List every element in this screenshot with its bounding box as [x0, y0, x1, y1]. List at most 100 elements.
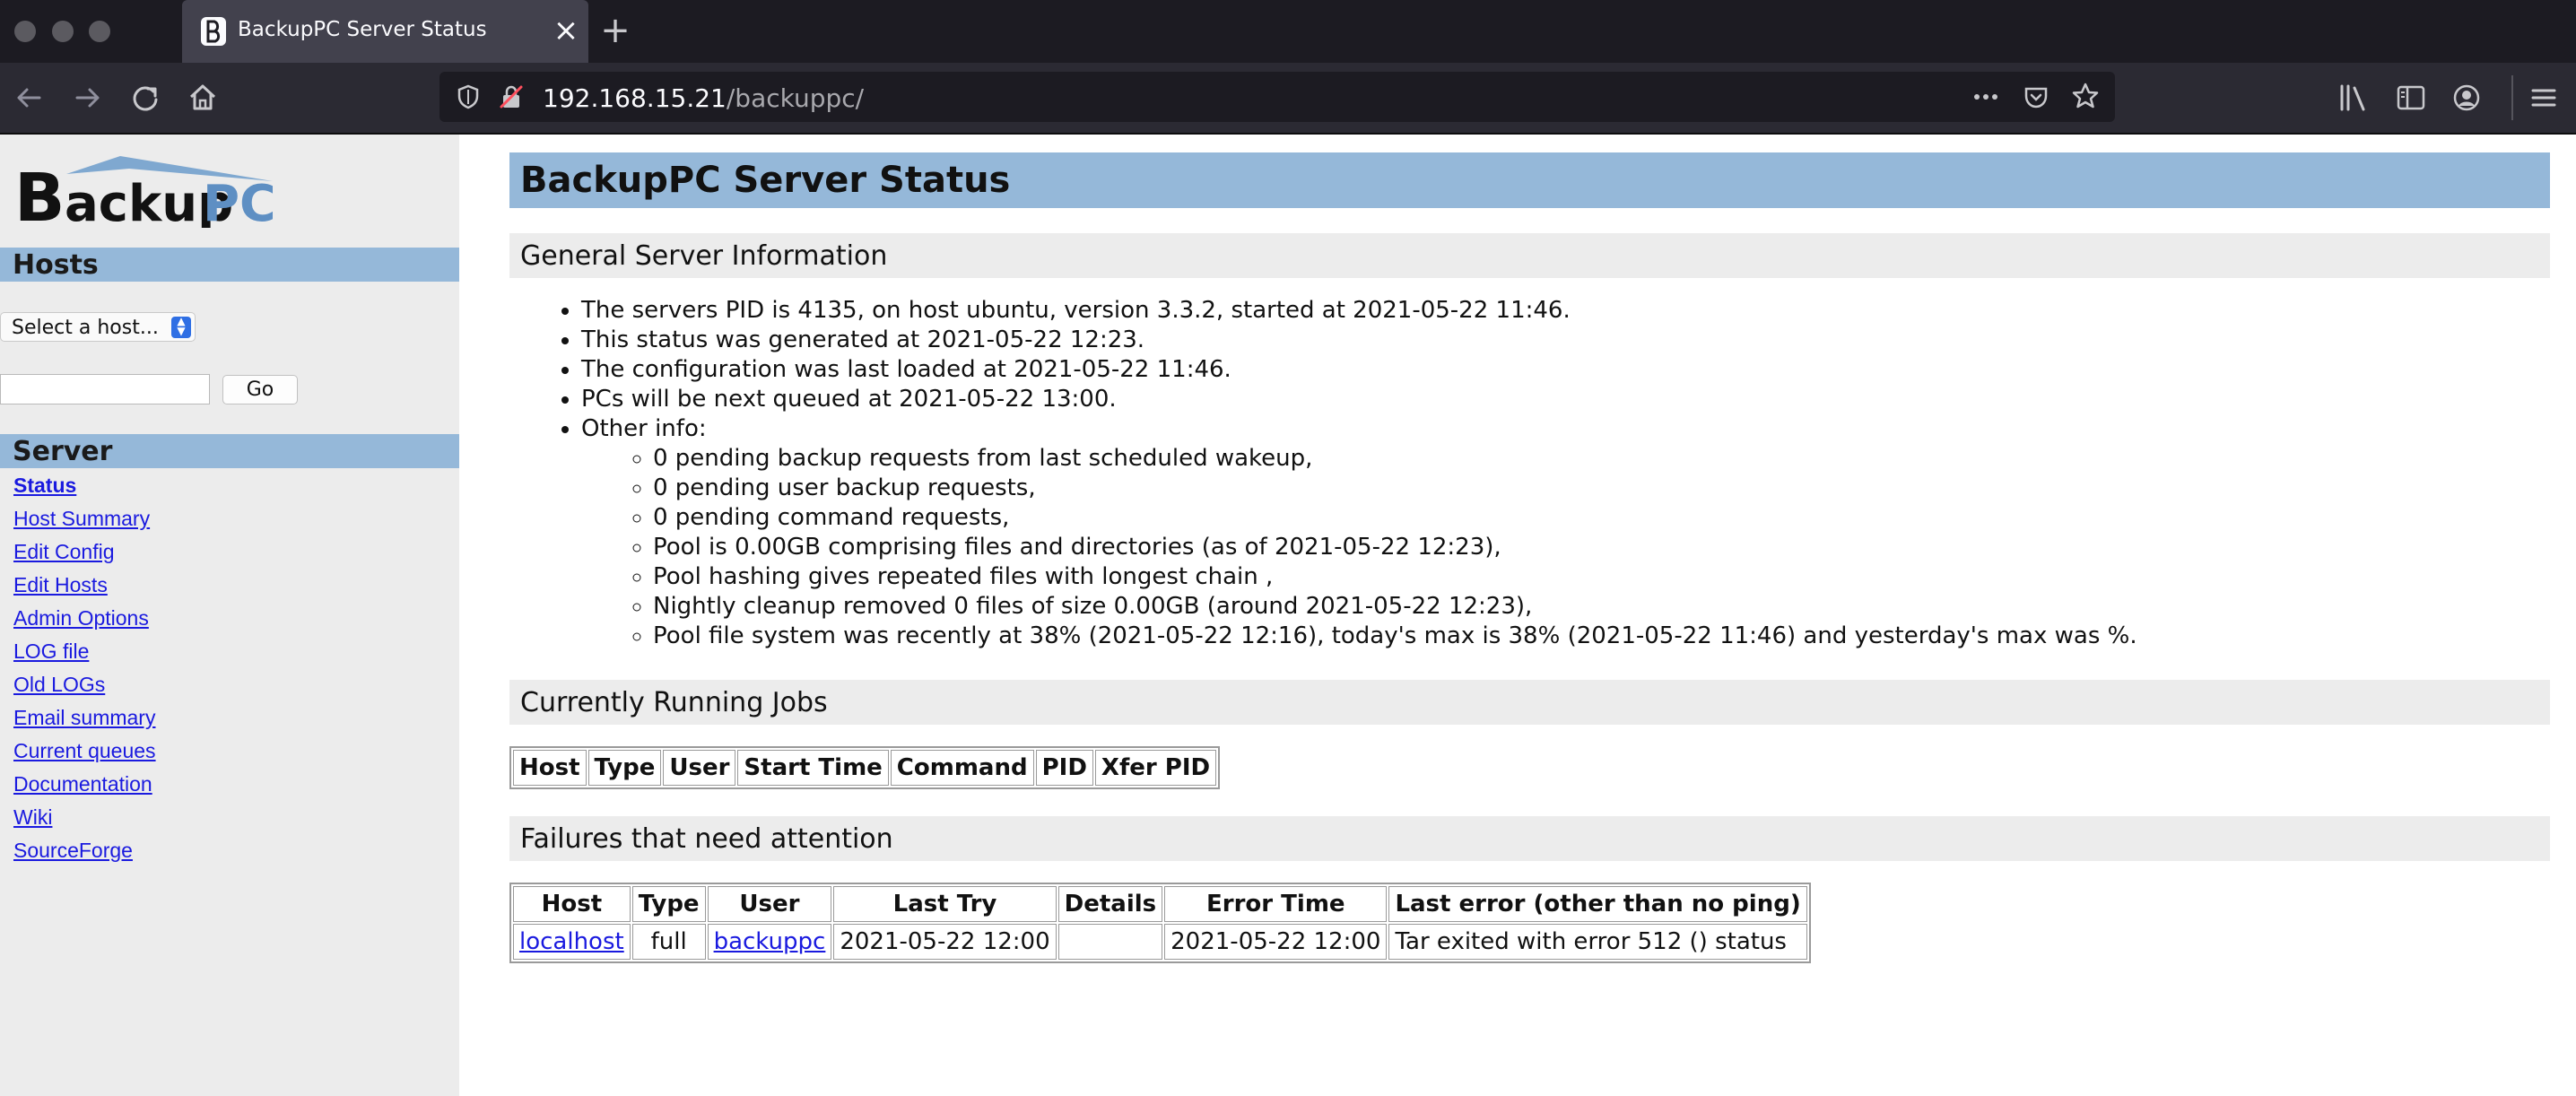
column-header: Type [587, 750, 662, 786]
url-path: /backuppc/ [726, 83, 865, 113]
url-text[interactable]: 192.168.15.21/backuppc/ [543, 83, 864, 113]
new-tab-icon[interactable]: + [596, 11, 635, 52]
toolbar-divider [2511, 75, 2513, 120]
running-jobs-heading-text: Currently Running Jobs [520, 687, 828, 718]
failure-details-cell [1057, 924, 1163, 960]
running-jobs-table: Host Type User Start Time Command PID Xf… [509, 746, 1221, 789]
nav-link-wiki[interactable]: Wiki [13, 805, 156, 839]
other-info-item: Pool is 0.00GB comprising files and dire… [653, 533, 2137, 562]
failure-host-cell: localhost [513, 924, 631, 960]
forward-arrow-icon[interactable] [68, 78, 108, 117]
info-next-queued: PCs will be next queued at 2021-05-22 13… [581, 385, 2137, 414]
nav-link-host-summary[interactable]: Host Summary [13, 507, 156, 540]
backuppc-logo[interactable]: B ackup PC [13, 154, 273, 228]
svg-text:B: B [14, 160, 65, 228]
column-header: Details [1057, 886, 1163, 922]
other-info-item: 0 pending backup requests from last sche… [653, 444, 2137, 474]
account-icon[interactable] [2450, 83, 2483, 113]
info-other: Other info: 0 pending backup requests fr… [581, 414, 2137, 651]
column-header: Command [890, 750, 1034, 786]
other-info-item: 0 pending user backup requests, [653, 474, 2137, 503]
running-jobs-heading: Currently Running Jobs [509, 680, 2550, 725]
host-link[interactable]: localhost [519, 928, 624, 955]
nav-link-sourceforge[interactable]: SourceForge [13, 839, 156, 872]
nav-link-current-queues[interactable]: Current queues [13, 739, 156, 772]
nav-link-documentation[interactable]: Documentation [13, 772, 156, 805]
column-header: Host [513, 750, 587, 786]
tab-close-icon[interactable]: × [548, 11, 584, 50]
other-info-item: Pool hashing gives repeated files with l… [653, 562, 2137, 592]
column-header: User [663, 750, 736, 786]
nav-link-email-summary[interactable]: Email summary [13, 706, 156, 739]
nav-link-status[interactable]: Status [13, 474, 156, 507]
failures-table: Host Type User Last Try Details Error Ti… [509, 883, 1811, 963]
page-title: BackupPC Server Status [520, 160, 1011, 201]
column-header: Last Try [833, 886, 1057, 922]
column-header: User [707, 886, 832, 922]
backuppc-favicon-icon [201, 17, 226, 46]
nav-link-edit-config[interactable]: Edit Config [13, 540, 156, 573]
failures-heading: Failures that need attention [509, 816, 2550, 861]
window-minimize-control[interactable] [52, 21, 74, 42]
column-header: Host [513, 886, 631, 922]
other-info-item: Pool file system was recently at 38% (20… [653, 622, 2137, 651]
column-header: PID [1035, 750, 1093, 786]
other-info-item: 0 pending command requests, [653, 503, 2137, 533]
page-title-bar: BackupPC Server Status [509, 152, 2550, 208]
insecure-lock-icon[interactable] [497, 83, 526, 111]
window-close-control[interactable] [14, 21, 36, 42]
server-heading-text: Server [13, 436, 113, 467]
url-host: 192.168.15.21 [543, 83, 727, 113]
window-zoom-control[interactable] [89, 21, 110, 42]
sidebar-toggle-icon[interactable] [2395, 83, 2427, 113]
table-header-row: Host Type User Last Try Details Error Ti… [513, 886, 1807, 922]
column-header: Xfer PID [1094, 750, 1217, 786]
server-heading: Server [0, 434, 459, 468]
more-actions-icon[interactable] [1970, 83, 2002, 111]
other-info-item: Nightly cleanup removed 0 files of size … [653, 592, 2137, 622]
failure-type-cell: full [631, 924, 706, 960]
library-icon[interactable] [2337, 83, 2370, 113]
info-other-label: Other info: [581, 415, 707, 442]
user-link[interactable]: backuppc [714, 928, 826, 955]
url-bar[interactable]: 192.168.15.21/backuppc/ [439, 72, 2115, 122]
failure-last-error-cell: Tar exited with error 512 () status [1388, 924, 1807, 960]
go-button[interactable]: Go [222, 375, 298, 404]
hosts-heading: Hosts [0, 248, 459, 282]
other-info-list: 0 pending backup requests from last sche… [581, 444, 2137, 651]
table-header-row: Host Type User Start Time Command PID Xf… [513, 750, 1217, 786]
hamburger-menu-icon[interactable] [2528, 83, 2560, 113]
failures-heading-text: Failures that need attention [520, 823, 893, 855]
failure-error-time-cell: 2021-05-22 12:00 [1164, 924, 1388, 960]
pocket-icon[interactable] [2022, 83, 2050, 111]
select-arrows-icon: ▲ ▼ [171, 316, 191, 338]
svg-text:PC: PC [203, 175, 273, 228]
reload-icon[interactable] [126, 78, 165, 117]
general-info-heading-text: General Server Information [520, 240, 888, 272]
failure-user-cell: backuppc [707, 924, 832, 960]
server-nav: Status Host Summary Edit Config Edit Hos… [13, 474, 156, 872]
nav-link-edit-hosts[interactable]: Edit Hosts [13, 573, 156, 606]
column-header: Error Time [1164, 886, 1388, 922]
browser-tab-active[interactable]: BackupPC Server Status × [182, 0, 588, 63]
browser-nav-bar: 192.168.15.21/backuppc/ [0, 63, 2576, 135]
table-row: localhost full backuppc 2021-05-22 12:00… [513, 924, 1807, 960]
nav-link-old-logs[interactable]: Old LOGs [13, 673, 156, 706]
nav-link-admin-options[interactable]: Admin Options [13, 606, 156, 639]
general-info-list: The servers PID is 4135, on host ubuntu,… [509, 296, 2137, 651]
tracking-shield-icon[interactable] [454, 83, 483, 111]
tab-title: BackupPC Server Status [238, 18, 487, 41]
browser-tab-bar: BackupPC Server Status × + [0, 0, 2576, 63]
host-select-value: Select a host... [12, 317, 159, 339]
home-icon[interactable] [183, 78, 222, 117]
info-config-loaded: The configuration was last loaded at 202… [581, 355, 2137, 385]
nav-link-log-file[interactable]: LOG file [13, 639, 156, 673]
host-select[interactable]: Select a host... ▲ ▼ [0, 312, 196, 342]
info-pid: The servers PID is 4135, on host ubuntu,… [581, 296, 2137, 326]
back-arrow-icon[interactable] [9, 78, 48, 117]
sidebar: B ackup PC Hosts Select a host... ▲ ▼ Go … [0, 135, 459, 1096]
column-header: Type [631, 886, 706, 922]
bookmark-star-icon[interactable] [2070, 81, 2101, 111]
host-search-input[interactable] [0, 374, 210, 404]
general-info-heading: General Server Information [509, 233, 2550, 278]
